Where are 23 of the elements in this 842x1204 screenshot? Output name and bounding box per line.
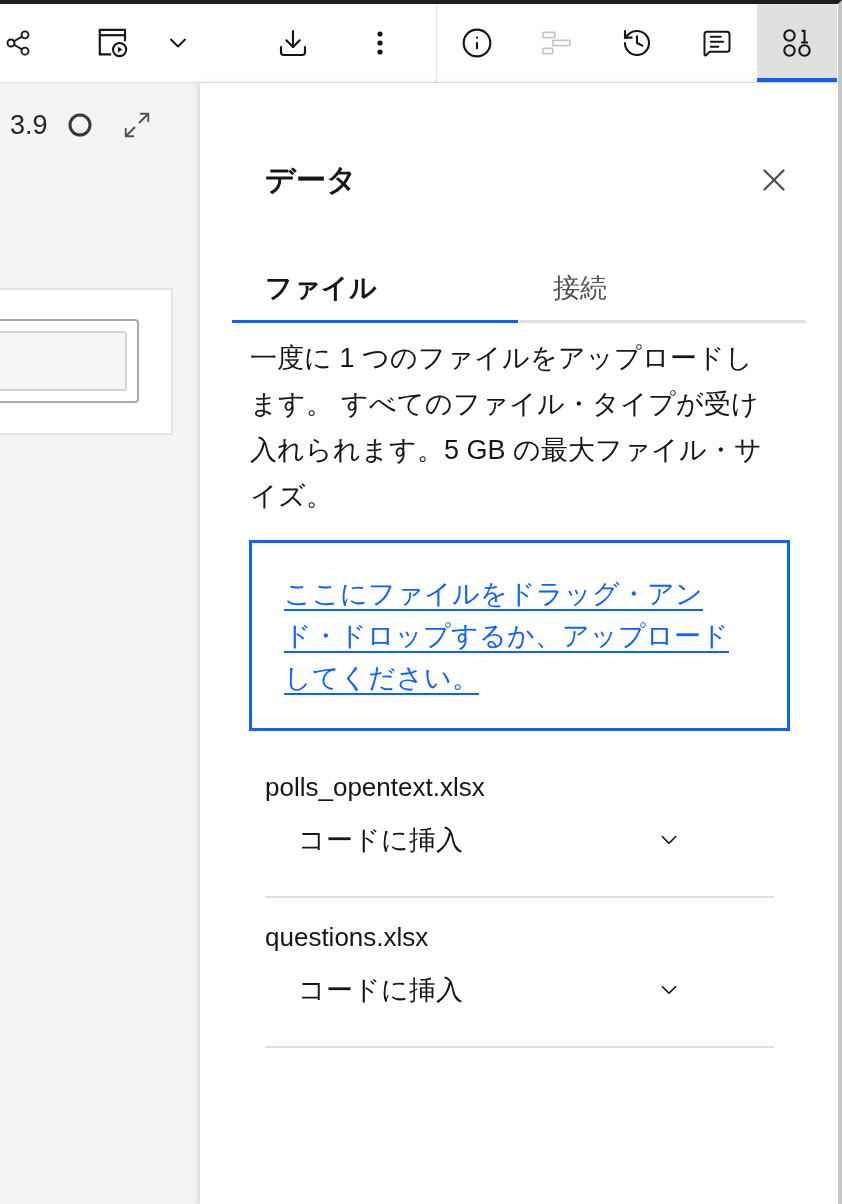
share-icon — [4, 29, 32, 57]
upload-description: 一度に 1 つのファイルをアップロードします。 すべてのファイル・タイプが受け入れられます。5 GB の最大ファイル・サイズ。 — [250, 342, 764, 513]
drop-zone[interactable]: ここにファイルをドラッグ・アンド・ドロップするか、アップロードしてください。 — [249, 540, 790, 731]
insert-code-dropdown[interactable]: コードに挿入 — [265, 962, 700, 1018]
comment-icon — [702, 28, 732, 58]
history-icon — [621, 27, 653, 59]
download-icon — [277, 27, 309, 59]
tab[interactable]: 接続 — [520, 255, 806, 323]
info-icon — [461, 27, 493, 59]
data-button[interactable] — [757, 4, 837, 82]
file-name: questions.xlsx — [265, 921, 430, 953]
tab[interactable]: ファイル — [232, 255, 518, 323]
panel-title: データ — [265, 162, 357, 198]
file-name: polls_opentext.xlsx — [265, 771, 486, 803]
insert-code-dropdown[interactable]: コードに挿入 — [265, 812, 700, 868]
data-icon — [782, 28, 812, 58]
notebook-run-icon — [98, 28, 128, 58]
upload-link[interactable]: ここにファイルをドラッグ・アンド・ドロップするか、アップロードしてください。 — [284, 573, 733, 699]
overflow-menu-icon — [377, 31, 383, 55]
kernel-version: 3.9 — [10, 110, 48, 140]
code-input-field[interactable] — [0, 331, 127, 391]
kernel-status-icon — [67, 113, 92, 137]
outline-icon — [542, 28, 572, 58]
